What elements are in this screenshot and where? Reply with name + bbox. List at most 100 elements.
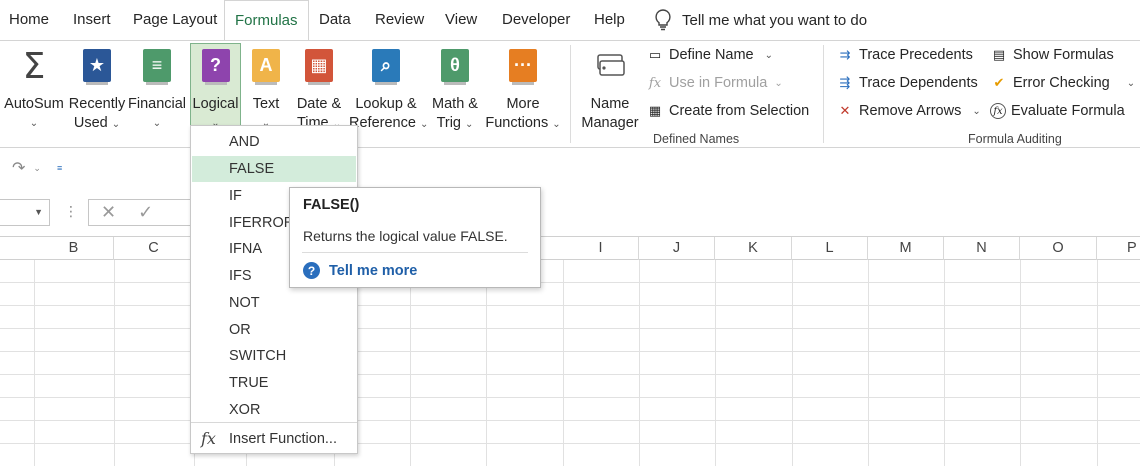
evaluate-formula-label: Evaluate Formula [1011, 103, 1125, 119]
row-gridline [0, 420, 1140, 421]
column-gridline [715, 260, 716, 466]
tell-me-more-label: Tell me more [329, 262, 418, 279]
column-gridline [410, 260, 411, 466]
trace-precedents-button[interactable]: ⇉ Trace Precedents [836, 47, 973, 63]
chevron-down-icon: ⌄ [1126, 77, 1136, 89]
error-checking-icon: ✔ [993, 75, 1005, 90]
menu-item-false[interactable]: FALSE [192, 156, 356, 182]
lookup-label-1: Lookup & [355, 96, 417, 112]
more-functions-button[interactable]: ··· More Functions ⌄ [485, 47, 561, 134]
show-formulas-icon: ▤ [992, 47, 1006, 62]
error-checking-label: Error Checking [1013, 75, 1110, 91]
trace-dependents-button[interactable]: ⇶ Trace Dependents [836, 75, 978, 91]
menu-item-switch[interactable]: SWITCH [192, 343, 356, 369]
math-label-1: Math & [432, 96, 478, 112]
ribbon-tabs: Home Insert Page Layout Formulas Data Re… [0, 0, 1140, 41]
redo-icon[interactable]: ↷ [12, 158, 25, 178]
chevron-down-icon: ⌄ [764, 49, 774, 61]
logical-button[interactable]: ? Logical ⌄ [190, 43, 241, 129]
text-book-icon: A [252, 49, 280, 85]
show-formulas-label: Show Formulas [1013, 47, 1114, 63]
name-manager-button[interactable]: Name Manager [580, 47, 640, 133]
quick-access-toolbar: ↷ ⌄ ≡ [12, 158, 62, 178]
tell-me-more-link[interactable]: ? Tell me more [303, 262, 417, 279]
tooltip-description: Returns the logical value FALSE. [303, 228, 508, 244]
remove-arrows-button[interactable]: ✕ Remove Arrows ⌄ [836, 103, 981, 119]
column-header[interactable]: M [868, 237, 944, 260]
column-gridline [34, 260, 35, 466]
menu-divider [191, 422, 357, 423]
show-formulas-button[interactable]: ▤ Show Formulas [990, 47, 1114, 63]
trace-dependents-icon: ⇶ [839, 75, 851, 90]
customize-toolbar-icon[interactable]: ≡ [57, 163, 62, 173]
tab-home[interactable]: Home [9, 11, 49, 28]
autosum-label: AutoSum [4, 96, 64, 112]
recently-used-button[interactable]: ★ Recently Used ⌄ [68, 47, 126, 134]
date-time-label-1: Date & [296, 96, 342, 112]
column-gridline [868, 260, 869, 466]
function-tooltip: FALSE() Returns the logical value FALSE.… [289, 187, 541, 288]
column-header[interactable]: L [792, 237, 868, 260]
error-checking-button[interactable]: ✔ Error Checking ⌄ [990, 75, 1136, 91]
ribbon-divider [823, 45, 824, 143]
tab-insert[interactable]: Insert [73, 11, 111, 28]
coins-book-icon: ≡ [143, 49, 171, 85]
name-box[interactable]: ▼ [0, 199, 50, 226]
tab-view[interactable]: View [445, 11, 477, 28]
tab-developer[interactable]: Developer [502, 11, 570, 28]
tab-data[interactable]: Data [319, 11, 351, 28]
text-button[interactable]: A Text ⌄ [245, 47, 287, 133]
use-in-formula-button[interactable]: fx Use in Formula ⌄ [646, 75, 783, 91]
trace-dependents-label: Trace Dependents [859, 75, 978, 91]
column-header[interactable]: K [715, 237, 792, 260]
enter-check-icon[interactable]: ✓ [138, 202, 153, 223]
tab-help[interactable]: Help [594, 11, 625, 28]
tell-me-search[interactable]: Tell me what you want to do [654, 9, 867, 31]
more-book-icon: ··· [509, 49, 537, 85]
cancel-icon[interactable]: ✕ [101, 202, 116, 223]
insert-function-label: Insert Function... [229, 431, 337, 447]
lookup-label-2-text: Reference [349, 115, 416, 131]
tag-icon: ▭ [648, 47, 662, 62]
tab-page-layout[interactable]: Page Layout [133, 11, 217, 28]
insert-function-item[interactable]: fx Insert Function... [192, 426, 356, 452]
define-name-button[interactable]: ▭ Define Name ⌄ [646, 47, 773, 63]
more-label-2-text: Functions [485, 115, 549, 131]
date-time-button[interactable]: ▦ Date & Time ⌄ [293, 47, 345, 134]
column-header[interactable]: N [944, 237, 1020, 260]
formula-bar: ▼ ⋮ ✕ ✓ [0, 199, 1140, 227]
lookup-reference-button[interactable]: ⌕ Lookup & Reference ⌄ [349, 47, 428, 134]
column-header[interactable]: I [563, 237, 639, 260]
tab-formulas[interactable]: Formulas [224, 0, 309, 41]
remove-arrows-label: Remove Arrows [859, 103, 962, 119]
evaluate-formula-button[interactable]: fx Evaluate Formula [990, 103, 1125, 119]
create-from-selection-button[interactable]: ▦ Create from Selection [646, 103, 809, 119]
menu-item-not[interactable]: NOT [192, 290, 356, 316]
tab-review[interactable]: Review [375, 11, 424, 28]
formula-bar-buttons: ✕ ✓ [88, 199, 198, 226]
column-header[interactable]: J [639, 237, 715, 260]
row-gridline [0, 443, 1140, 444]
menu-item-xor[interactable]: XOR [192, 397, 356, 423]
chevron-down-icon: ⌄ [774, 77, 783, 89]
column-header[interactable]: P [1097, 237, 1140, 260]
menu-item-true[interactable]: TRUE [192, 370, 356, 396]
column-header[interactable]: C [114, 237, 194, 260]
financial-button[interactable]: ≡ Financial ⌄ [128, 47, 186, 133]
column-header[interactable]: O [1020, 237, 1097, 260]
tooltip-title: FALSE() [303, 197, 360, 213]
chevron-down-icon[interactable]: ▼ [34, 207, 43, 217]
math-trig-button[interactable]: θ Math & Trig ⌄ [427, 47, 483, 134]
menu-item-and[interactable]: AND [192, 129, 356, 155]
menu-item-or[interactable]: OR [192, 317, 356, 343]
lightbulb-icon [655, 9, 671, 31]
use-in-formula-label: Use in Formula [669, 75, 768, 91]
autosum-button[interactable]: Σ AutoSum ⌄ [4, 47, 64, 133]
column-header[interactable]: B [34, 237, 114, 260]
lookup-label-2: Reference ⌄ [349, 114, 428, 134]
chevron-down-icon[interactable]: ⌄ [33, 163, 41, 174]
more-label-2: Functions ⌄ [485, 114, 561, 134]
question-book-icon: ? [201, 49, 230, 85]
chevron-down-icon: ⌄ [29, 118, 39, 129]
row-gridline [0, 282, 1140, 283]
